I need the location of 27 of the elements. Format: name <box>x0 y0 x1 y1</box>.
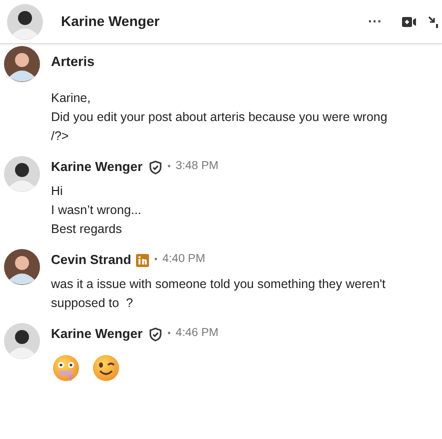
sender-name[interactable]: Karine Wenger <box>51 157 143 177</box>
avatar[interactable] <box>4 249 40 285</box>
separator-dot: • <box>168 327 171 340</box>
message-time: 4:40 PM <box>162 252 206 268</box>
conversation-title[interactable]: Karine Wenger <box>61 11 160 32</box>
verified-shield-icon <box>148 160 163 174</box>
avatar[interactable] <box>4 323 40 359</box>
avatar[interactable] <box>7 4 43 40</box>
message-text: Karine, Did you edit your post about arteris because you were wrong /?> <box>51 90 388 145</box>
winking-face-icon <box>91 353 121 383</box>
message-text: was it a issue with someone told you something they weren't supposed to ? <box>51 276 387 312</box>
avatar[interactable] <box>4 156 40 192</box>
message-time: 3:48 PM <box>176 159 218 174</box>
message-text: Hi I wasn’t wrong... Best regards <box>51 183 142 238</box>
verified-shield-icon <box>148 326 163 342</box>
sender-name[interactable]: Karine Wenger <box>51 324 143 344</box>
separator-dot: • <box>154 253 158 266</box>
drooling-face-icon <box>51 353 81 383</box>
separator-dot: • <box>168 160 171 174</box>
more-button[interactable]: ··· <box>364 11 386 32</box>
message-text: Arteris <box>51 53 96 71</box>
minimize-icon[interactable] <box>428 16 438 28</box>
avatar[interactable] <box>4 46 40 82</box>
message-time: 4:46 PM <box>176 326 218 342</box>
sender-name[interactable]: Cevin Strand <box>51 250 132 270</box>
video-call-icon[interactable] <box>402 16 416 28</box>
premium-badge-icon <box>136 254 150 266</box>
